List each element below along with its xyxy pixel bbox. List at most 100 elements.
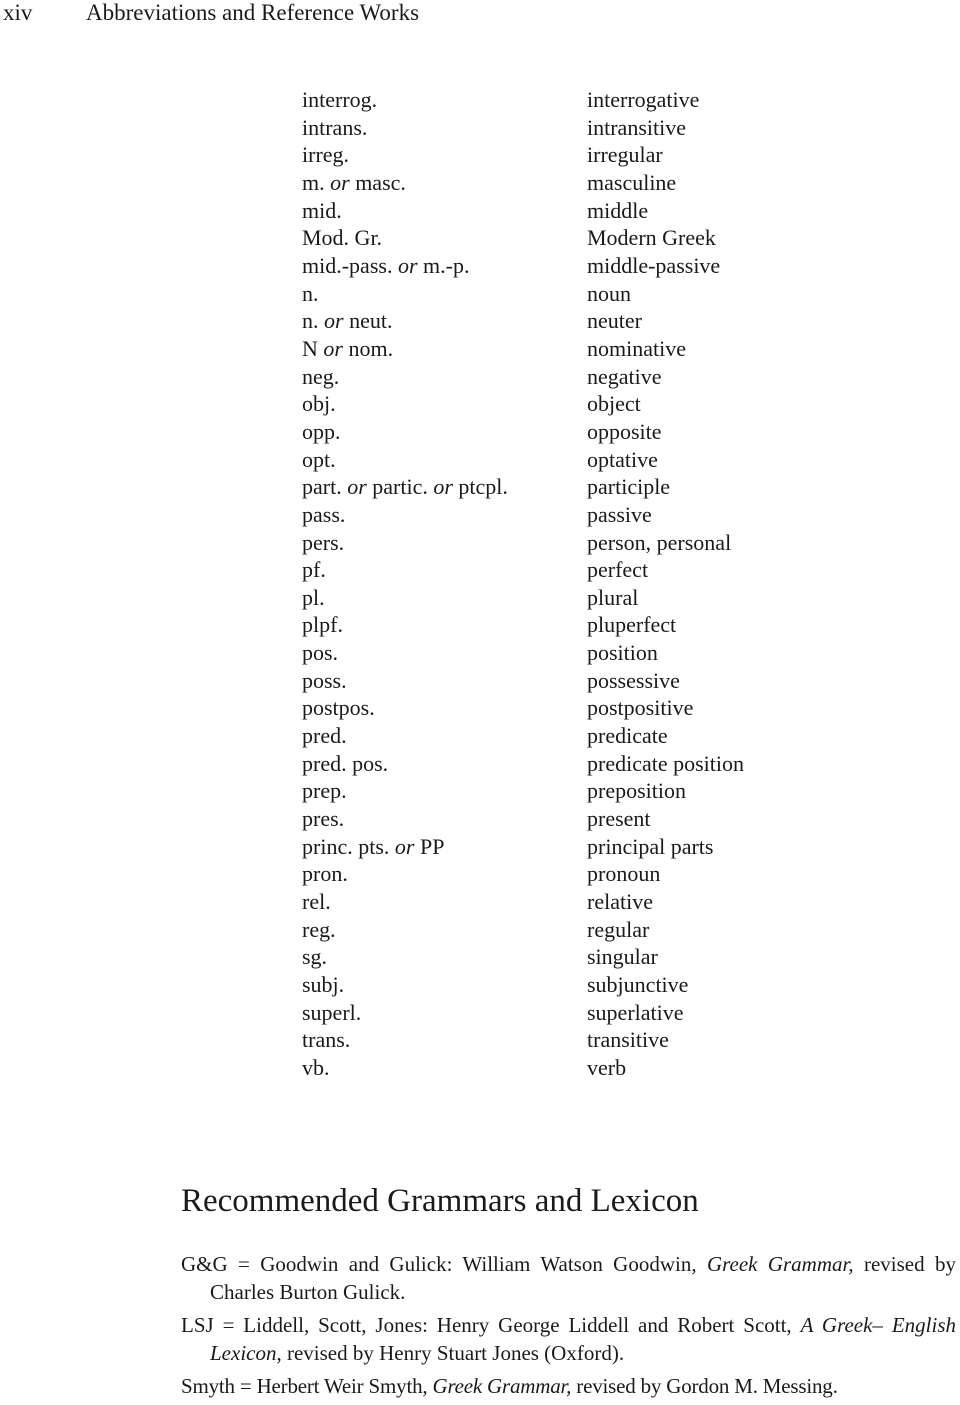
text-run: plpf.	[302, 612, 343, 638]
text-run: m.-p.	[417, 252, 470, 278]
abbreviation-row: part. or partic. or ptcpl. participle	[302, 473, 902, 501]
page-number: xiv	[3, 0, 33, 25]
text-run: vb.	[302, 1054, 330, 1080]
abbreviation-term: N or nom.	[302, 335, 393, 363]
abbreviation-term: mid.	[302, 197, 342, 225]
abbreviation-term: pron.	[302, 860, 348, 888]
abbreviation-term: princ. pts. or PP	[302, 833, 444, 861]
section-heading: Recommended Grammars and Lexicon	[181, 1183, 699, 1219]
reference-entry: G&G = Goodwin and Gulick: William Watson…	[181, 1250, 956, 1306]
text-run: pers.	[302, 529, 345, 555]
abbreviation-term: pres.	[302, 805, 344, 833]
abbreviation-meaning: predicate	[587, 723, 668, 749]
abbreviation-meaning: noun	[587, 280, 631, 306]
abbreviation-row: interrog. interrogative	[302, 86, 902, 114]
text-run: n.	[302, 308, 324, 334]
abbreviation-term: plpf.	[302, 611, 343, 639]
abbreviation-meaning: middle	[587, 197, 649, 223]
abbreviation-meaning: pluperfect	[587, 612, 677, 638]
abbreviation-row: superl. superlative	[302, 999, 902, 1027]
abbreviation-meaning: principal parts	[587, 833, 714, 859]
abbreviation-meaning: regular	[587, 916, 650, 942]
abbreviation-meaning: verb	[587, 1054, 627, 1080]
abbreviation-term: reg.	[302, 916, 336, 944]
italic-text: or	[394, 833, 415, 859]
text-run: G&G = Goodwin and Gulick: William Watson…	[181, 1252, 707, 1276]
abbreviation-term: Mod. Gr.	[302, 224, 382, 252]
text-run: revised by Gordon M. Messing.	[571, 1374, 838, 1398]
reference-entry: Smyth = Herbert Weir Smyth, Greek Gramma…	[181, 1372, 956, 1400]
abbreviation-meaning: postpositive	[587, 695, 694, 721]
text-run: obj.	[302, 391, 336, 417]
abbreviation-term: postpos.	[302, 694, 375, 722]
text-run: part.	[302, 474, 348, 500]
abbreviation-row: plpf. pluperfect	[302, 611, 902, 639]
abbreviation-term: vb.	[302, 1054, 330, 1082]
abbreviation-row: m. or masc. masculine	[302, 169, 902, 197]
abbreviation-meaning: superlative	[587, 999, 684, 1025]
abbreviation-row: rel. relative	[302, 888, 902, 916]
abbreviation-row: irreg. irregular	[302, 141, 902, 169]
abbreviation-meaning: possessive	[587, 667, 680, 693]
abbreviation-meaning: Modern Greek	[587, 225, 716, 251]
italic-text: or	[324, 308, 344, 334]
abbreviation-term: rel.	[302, 888, 331, 916]
abbreviation-term: sg.	[302, 943, 327, 971]
abbreviation-row: pres. present	[302, 805, 902, 833]
abbreviation-term: opt.	[302, 446, 336, 474]
abbreviation-meaning: person, personal	[587, 529, 732, 555]
abbreviation-term: m. or masc.	[302, 169, 406, 197]
text-run: partic.	[366, 474, 434, 500]
text-run: pass.	[302, 501, 346, 527]
abbreviation-meaning: negative	[587, 363, 662, 389]
abbreviation-meaning: subjunctive	[587, 972, 689, 997]
running-title: Abbreviations and Reference Works	[86, 0, 420, 25]
abbreviation-meaning: neuter	[587, 308, 642, 334]
abbreviation-term: opp.	[302, 418, 341, 446]
abbreviation-term: pos.	[302, 639, 338, 667]
abbreviation-meaning: pronoun	[587, 861, 661, 887]
text-run: opp.	[302, 418, 341, 444]
abbreviation-meaning: present	[587, 806, 651, 832]
abbreviation-meaning: optative	[587, 446, 658, 472]
abbreviation-meaning: interrogative	[587, 87, 700, 112]
abbreviation-row: postpos. postpositive	[302, 694, 902, 722]
text-run: pred.	[302, 723, 347, 749]
text-run: pron.	[302, 861, 348, 887]
text-run: intrans.	[302, 114, 368, 140]
text-run: pf.	[302, 557, 326, 583]
abbreviation-meaning: irregular	[587, 142, 663, 168]
text-run: N	[302, 335, 324, 361]
abbreviation-row: subj. subjunctive	[302, 971, 902, 999]
text-run: pred. pos.	[302, 750, 389, 776]
abbreviation-row: pred. predicate	[302, 722, 902, 750]
abbreviation-term: trans.	[302, 1026, 350, 1054]
abbreviation-row: vb. verb	[302, 1054, 902, 1082]
text-run: interrog.	[302, 87, 378, 112]
abbreviation-row: mid.-pass. or m.-p. middle-passive	[302, 252, 902, 280]
text-run: postpos.	[302, 695, 375, 721]
abbreviation-row: trans. transitive	[302, 1026, 902, 1054]
text-run: princ. pts.	[302, 833, 395, 859]
abbreviation-term: subj.	[302, 971, 344, 999]
abbreviation-meaning: predicate position	[587, 750, 745, 776]
text-run: neut.	[343, 308, 393, 334]
abbreviation-row: Mod. Gr. Modern Greek	[302, 224, 902, 252]
abbreviation-meaning: relative	[587, 889, 653, 915]
text-run: superl.	[302, 999, 362, 1025]
italic-text: or	[347, 474, 367, 500]
abbreviation-meaning: singular	[587, 944, 658, 970]
abbreviation-row: prep. preposition	[302, 777, 902, 805]
abbreviation-term: pl.	[302, 584, 325, 612]
abbreviation-row: sg. singular	[302, 943, 902, 971]
abbreviation-meaning: transitive	[587, 1027, 669, 1053]
abbreviation-row: n. or neut. neuter	[302, 307, 902, 335]
abbreviation-meaning: opposite	[587, 418, 662, 444]
abbreviation-term: pf.	[302, 556, 326, 584]
abbreviation-row: neg. negative	[302, 363, 902, 391]
abbreviation-term: neg.	[302, 363, 339, 391]
abbreviation-meaning: intransitive	[587, 114, 686, 140]
text-run: poss.	[302, 667, 347, 693]
italic-text: Greek Grammar,	[432, 1374, 572, 1398]
italic-text: or	[397, 252, 418, 278]
